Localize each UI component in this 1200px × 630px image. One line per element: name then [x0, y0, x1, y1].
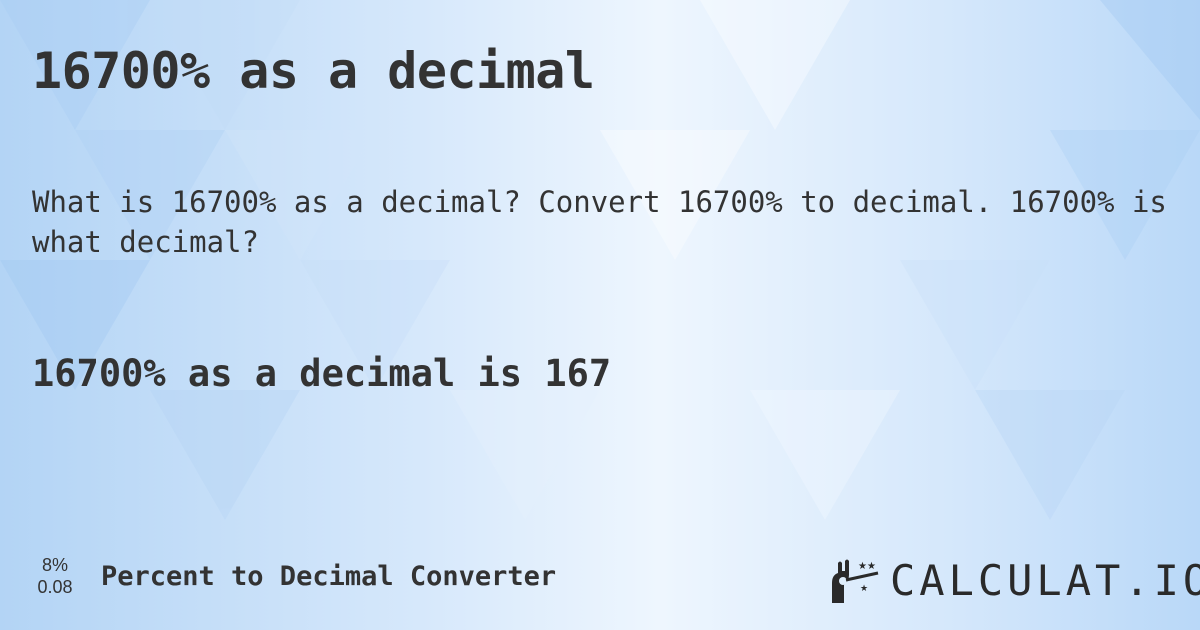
- svg-text:★: ★: [860, 584, 868, 594]
- answer-text: 16700% as a decimal is 167: [32, 352, 612, 395]
- calculat-logo[interactable]: ★★ ★ CALCULAT.IO: [828, 556, 1200, 605]
- magic-wand-hand-icon: ★★ ★: [832, 559, 879, 603]
- page: 16700% as a decimal What is 16700% as a …: [0, 0, 1200, 630]
- logo-text: CALCULAT.IO: [890, 556, 1200, 605]
- question-description: What is 16700% as a decimal? Convert 167…: [32, 185, 1167, 259]
- icon-percent-text: 8%: [41, 555, 68, 575]
- svg-text:★★: ★★: [858, 561, 876, 572]
- page-title: 16700% as a decimal: [32, 42, 595, 100]
- converter-label: Percent to Decimal Converter: [101, 561, 557, 592]
- icon-decimal-text: 0.08: [37, 577, 73, 597]
- percent-decimal-icon: 8% 0.08: [30, 554, 80, 598]
